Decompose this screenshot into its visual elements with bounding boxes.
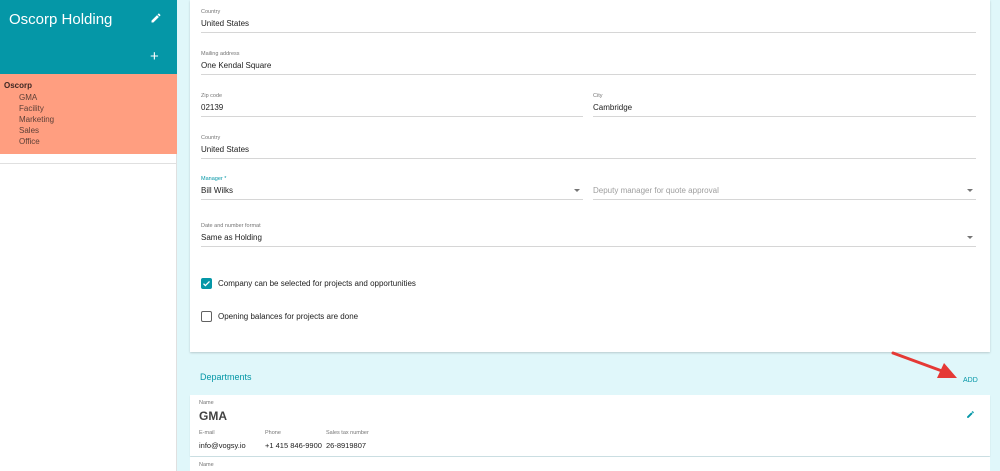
field-value: 02139 xyxy=(201,103,224,112)
checkbox-label: Company can be selected for projects and… xyxy=(218,279,416,288)
tree-root-item[interactable]: Oscorp xyxy=(4,81,32,90)
holding-title: Oscorp Holding xyxy=(9,11,113,28)
add-department-button[interactable]: ADD xyxy=(963,377,978,384)
dept-email-label: E-mail xyxy=(199,430,215,436)
field-underline xyxy=(201,74,976,75)
opening-balances-checkbox-row[interactable]: Opening balances for projects are done xyxy=(201,311,601,325)
tree-item[interactable]: GMA xyxy=(19,93,37,102)
chevron-down-icon[interactable] xyxy=(967,236,973,239)
dept-tax: 26-8919807 xyxy=(326,441,367,450)
selectable-checkbox[interactable] xyxy=(201,278,212,289)
dept-name-label: Name xyxy=(199,462,214,468)
field-label: Date and number format xyxy=(201,223,261,229)
departments-heading: Departments xyxy=(200,372,252,382)
tree-item[interactable]: Office xyxy=(19,137,40,146)
sidebar-divider xyxy=(0,163,177,164)
field-value: United States xyxy=(201,145,250,154)
chevron-down-icon[interactable] xyxy=(574,189,580,192)
field-label: Country xyxy=(201,135,221,141)
field-underline xyxy=(201,116,583,117)
field-underline xyxy=(201,199,583,200)
field-value: Cambridge xyxy=(593,103,633,112)
field-underline xyxy=(593,116,976,117)
field-value: Bill Wilks xyxy=(201,186,233,195)
pencil-icon[interactable] xyxy=(150,12,162,24)
main-area: Country United States Mailing address On… xyxy=(177,0,1000,471)
mailing-address-field[interactable]: Mailing address One Kendal Square xyxy=(201,51,976,81)
tree-item[interactable]: Marketing xyxy=(19,115,54,124)
field-label: Zip code xyxy=(201,93,223,99)
dept-email[interactable]: info@vogsy.io xyxy=(199,441,246,450)
company-form-card: Country United States Mailing address On… xyxy=(190,0,990,352)
zip-code-field[interactable]: Zip code 02139 xyxy=(201,93,583,123)
annotation-arrow-icon xyxy=(891,351,957,378)
country-top-field[interactable]: Country United States xyxy=(201,9,976,39)
department-row[interactable]: Name xyxy=(190,457,990,471)
field-underline xyxy=(593,199,976,200)
chevron-down-icon[interactable] xyxy=(967,189,973,192)
sidebar-header: Oscorp Holding + xyxy=(0,0,177,74)
dept-name: GMA xyxy=(199,409,227,423)
field-underline xyxy=(201,246,976,247)
department-row[interactable]: Name GMA E-mail info@vogsy.io Phone +1 4… xyxy=(190,395,990,456)
field-label: Country xyxy=(201,9,221,15)
city-field[interactable]: City Cambridge xyxy=(593,93,976,123)
field-value: United States xyxy=(201,19,250,28)
tree-item[interactable]: Sales xyxy=(19,126,39,135)
manager-select[interactable]: Manager * Bill Wilks xyxy=(201,176,583,206)
dept-phone-label: Phone xyxy=(265,430,281,436)
deputy-manager-select[interactable]: Deputy manager for quote approval xyxy=(593,176,976,206)
plus-icon[interactable]: + xyxy=(150,49,159,64)
pencil-icon[interactable] xyxy=(966,410,975,419)
field-value: Same as Holding xyxy=(201,233,262,242)
field-label: City xyxy=(593,93,603,99)
field-label: Mailing address xyxy=(201,51,240,57)
check-icon xyxy=(203,280,210,287)
selectable-checkbox-row[interactable]: Company can be selected for projects and… xyxy=(201,278,601,292)
field-underline xyxy=(201,32,976,33)
field-value: One Kendal Square xyxy=(201,61,272,70)
sidebar: Oscorp Holding + Oscorp GMA Facility Mar… xyxy=(0,0,177,471)
field-underline xyxy=(201,158,976,159)
tree-item[interactable]: Facility xyxy=(19,104,44,113)
dept-name-label: Name xyxy=(199,400,214,406)
company-tree: Oscorp GMA Facility Marketing Sales Offi… xyxy=(0,74,177,154)
field-placeholder: Deputy manager for quote approval xyxy=(593,186,719,195)
field-label: Manager * xyxy=(201,176,227,182)
opening-balances-checkbox[interactable] xyxy=(201,311,212,322)
dept-tax-label: Sales tax number xyxy=(326,430,369,436)
date-format-select[interactable]: Date and number format Same as Holding xyxy=(201,223,976,253)
checkbox-label: Opening balances for projects are done xyxy=(218,312,359,321)
dept-phone: +1 415 846-9900 xyxy=(265,441,322,450)
country-field[interactable]: Country United States xyxy=(201,135,976,165)
